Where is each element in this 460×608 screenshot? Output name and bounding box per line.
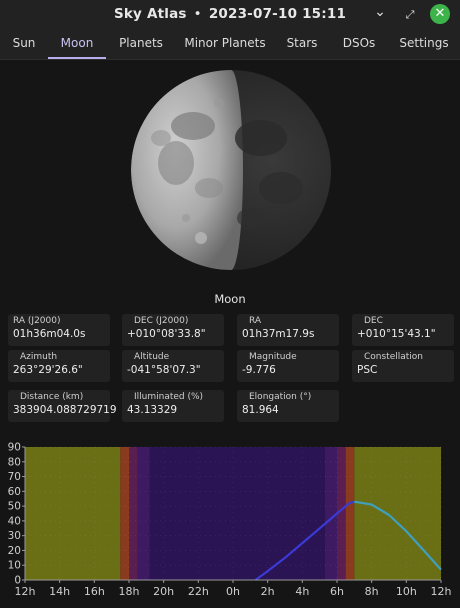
- field-value: -9.776: [242, 364, 276, 376]
- x-tick-label: 2h: [261, 585, 275, 598]
- tab-minor-planets[interactable]: Minor Planets: [180, 30, 270, 59]
- x-tick-label: 0h: [226, 585, 240, 598]
- tab-stars[interactable]: Stars: [280, 30, 324, 59]
- field-value: +010°15'43.1": [357, 328, 436, 340]
- x-tick-label: 12h: [431, 585, 452, 598]
- illuminated-field: Illuminated (%) 43.13329: [122, 390, 224, 422]
- field-label: DEC: [364, 316, 383, 326]
- chevron-down-icon: ⌄: [374, 4, 386, 20]
- moon-name-label: Moon: [214, 292, 246, 306]
- sky-band-astronomical-twilight: [137, 447, 150, 580]
- maximize-button[interactable]: ⤢: [400, 5, 420, 25]
- y-tick-label: 30: [8, 530, 21, 542]
- x-tick-label: 6h: [330, 585, 344, 598]
- distance-field: Distance (km) 383904.088729719: [8, 390, 117, 422]
- tab-label: Minor Planets: [184, 36, 266, 50]
- sky-band-civil-twilight: [345, 447, 355, 580]
- field-value: 81.964: [242, 404, 279, 416]
- sky-band-nautical-twilight: [129, 447, 138, 580]
- x-tick-label: 14h: [49, 585, 70, 598]
- y-tick-label: 80: [8, 456, 21, 468]
- x-tick-label: 18h: [119, 585, 140, 598]
- minimize-button[interactable]: ⌄: [370, 2, 390, 22]
- dec-field: DEC +010°15'43.1": [352, 314, 454, 346]
- sky-band-day: [25, 447, 121, 580]
- x-tick-label: 16h: [84, 585, 105, 598]
- field-label: RA (J2000): [13, 316, 61, 326]
- sky-band-day: [354, 447, 441, 580]
- field-label: Constellation: [364, 352, 424, 362]
- sky-band-night: [149, 447, 325, 580]
- x-tick-label: 10h: [396, 585, 417, 598]
- tab-label: Settings: [399, 36, 449, 50]
- x-tick-label: 12h: [15, 585, 36, 598]
- field-value: 383904.088729719: [13, 404, 117, 416]
- tab-label: Stars: [286, 36, 318, 50]
- field-value: 263°29'26.6": [13, 364, 83, 376]
- tab-bar: Sun Moon Planets Minor Planets Stars DSO…: [0, 30, 460, 60]
- field-label: Altitude: [134, 352, 170, 362]
- field-value: 43.13329: [127, 404, 178, 416]
- ra-j2000-field: RA (J2000) 01h36m04.0s: [8, 314, 110, 346]
- field-label: Azimuth: [20, 352, 58, 362]
- field-value: 01h36m04.0s: [13, 328, 86, 340]
- constellation-field: Constellation PSC: [352, 350, 454, 382]
- tab-label: Sun: [12, 36, 36, 50]
- field-label: Magnitude: [249, 352, 297, 362]
- dec-j2000-field: DEC (J2000) +010°08'33.8": [122, 314, 224, 346]
- field-value: 01h37m17.9s: [242, 328, 315, 340]
- magnitude-field: Magnitude -9.776: [237, 350, 339, 382]
- field-value: +010°08'33.8": [127, 328, 206, 340]
- elongation-field: Elongation (°) 81.964: [237, 390, 339, 422]
- sky-band-civil-twilight: [120, 447, 129, 580]
- x-tick-label: 20h: [153, 585, 174, 598]
- moon-phase-image: [131, 70, 331, 270]
- field-label: DEC (J2000): [134, 316, 189, 326]
- y-tick-label: 70: [8, 471, 21, 483]
- field-label: Distance (km): [20, 392, 84, 402]
- field-label: Elongation (°): [249, 392, 312, 402]
- tab-label: Planets: [119, 36, 163, 50]
- x-tick-label: 4h: [295, 585, 309, 598]
- altitude-chart: 010203040506070809012h 14h 16h 18h 20h 22h 0h 2…: [8, 442, 452, 599]
- title-separator: •: [193, 6, 202, 22]
- tab-settings[interactable]: Settings: [394, 30, 454, 59]
- close-icon: ✕: [434, 6, 446, 21]
- y-tick-label: 10: [8, 560, 21, 572]
- maximize-icon: ⤢: [405, 8, 415, 21]
- azimuth-field: Azimuth 263°29'26.6": [8, 350, 110, 382]
- tab-label: Moon: [60, 36, 94, 50]
- y-tick-label: 90: [8, 442, 21, 454]
- y-tick-label: 20: [8, 545, 21, 557]
- field-value: -041°58'07.3": [127, 364, 201, 376]
- ra-field: RA 01h37m17.9s: [237, 314, 339, 346]
- window-title: Sky Atlas • 2023-07-10 15:11: [0, 6, 460, 22]
- title-datetime: 2023-07-10 15:11: [208, 6, 347, 22]
- x-tick-label: 22h: [188, 585, 209, 598]
- tab-dsos[interactable]: DSOs: [336, 30, 382, 59]
- field-value: PSC: [357, 364, 378, 376]
- x-tick-label: 8h: [365, 585, 379, 598]
- y-tick-label: 60: [8, 486, 21, 498]
- y-tick-label: 50: [8, 501, 21, 513]
- sky-band-astronomical-twilight: [324, 447, 337, 580]
- tab-sun[interactable]: Sun: [0, 30, 48, 59]
- altitude-field: Altitude -041°58'07.3": [122, 350, 224, 382]
- field-label: RA: [249, 316, 262, 326]
- tab-moon[interactable]: Moon: [48, 30, 106, 59]
- title-bar: Sky Atlas • 2023-07-10 15:11 ⌄ ⤢ ✕: [0, 0, 460, 30]
- field-label: Illuminated (%): [134, 392, 204, 402]
- tab-planets[interactable]: Planets: [110, 30, 172, 59]
- tab-label: DSOs: [342, 36, 376, 50]
- app-title: Sky Atlas: [113, 6, 187, 22]
- y-tick-label: 40: [8, 515, 21, 527]
- close-button[interactable]: ✕: [430, 4, 450, 24]
